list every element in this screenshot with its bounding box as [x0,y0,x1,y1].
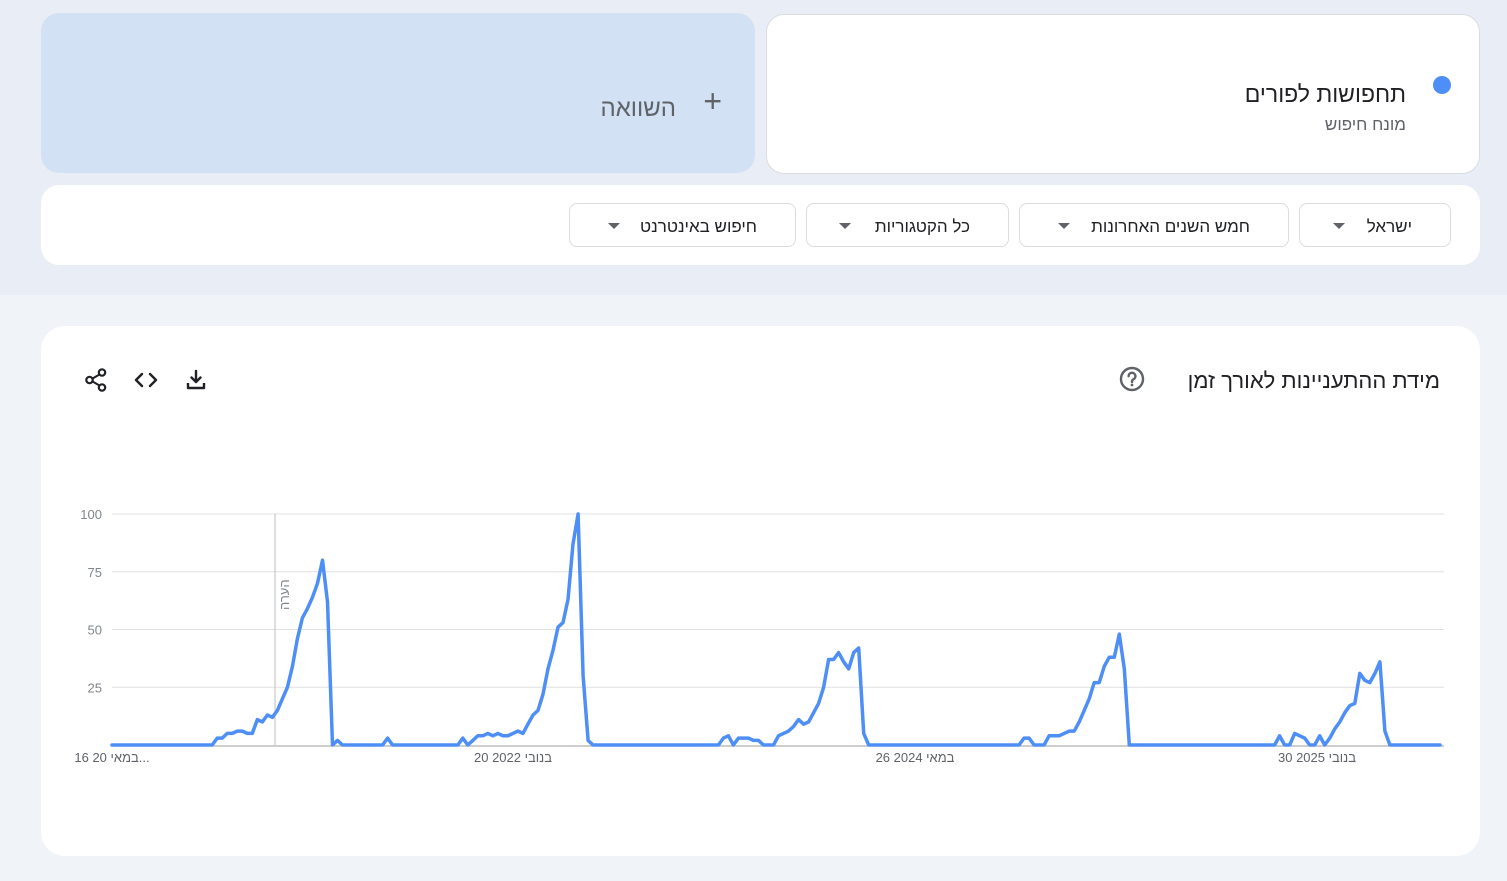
search-type-filter-label: חיפוש באינטרנט [640,217,757,236]
filter-bar: ישראל חמש השנים האחרונות כל הקטגוריות חי… [41,185,1480,265]
interest-line-chart[interactable]: 25 50 75 100 הערה 16 במאי 20... 20 בנובי 2022 2… [41,326,1480,856]
search-term-title[interactable]: תחפושות לפורים [1245,81,1406,108]
y-tick-label: 75 [88,565,102,580]
x-tick-label: 26 במאי 2024 [876,750,955,765]
y-tick-label: 100 [80,507,102,522]
caret-down-icon [839,223,851,229]
category-filter[interactable]: כל הקטגוריות [806,203,1009,247]
caret-down-icon [1058,223,1070,229]
series-color-dot [1433,76,1451,94]
compare-button[interactable]: השוואה + [41,13,755,173]
interest-over-time-card: מידת ההתעניינות לאורך זמן 25 50 75 100 הערה 1… [41,326,1480,856]
region-filter[interactable]: ישראל [1299,203,1451,247]
x-tick-label: 20 בנובי 2022 [474,750,552,765]
search-term-type: מונח חיפוש [1324,115,1406,134]
region-filter-label: ישראל [1366,217,1412,236]
time-range-filter[interactable]: חמש השנים האחרונות [1019,203,1289,247]
caret-down-icon [1333,223,1345,229]
plus-icon: + [703,83,722,119]
search-term-card[interactable]: תחפושות לפורים מונח חיפוש [766,14,1480,174]
caret-down-icon [608,223,620,229]
y-tick-label: 50 [88,623,102,638]
x-tick-label: 16 במאי 20... [74,750,149,765]
note-label[interactable]: הערה [277,579,292,610]
y-tick-label: 25 [88,680,102,695]
time-range-filter-label: חמש השנים האחרונות [1091,217,1250,236]
x-tick-label: 30 בנובי 2025 [1278,750,1356,765]
category-filter-label: כל הקטגוריות [874,217,970,236]
search-type-filter[interactable]: חיפוש באינטרנט [569,203,796,247]
compare-label: השוואה [600,95,676,122]
